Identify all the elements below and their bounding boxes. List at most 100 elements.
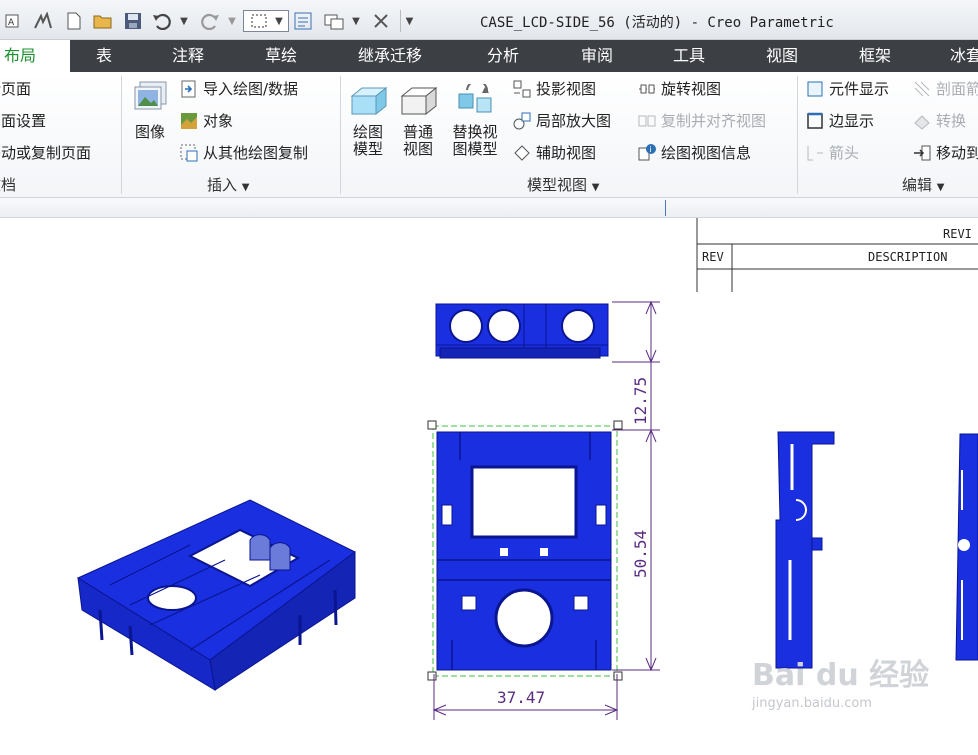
revision-block: REVI REV DESCRIPTION xyxy=(696,218,978,292)
new-icon[interactable] xyxy=(64,10,84,32)
arrow-icon xyxy=(807,145,823,160)
redo-icon[interactable] xyxy=(198,10,222,32)
copy-align-icon xyxy=(638,115,656,126)
drawing-model-button[interactable]: 绘图 模型 xyxy=(346,84,390,158)
partial-side-view[interactable] xyxy=(955,433,978,661)
title-bar: A ▼ ▼ ▼ ▼ ▼ CASE_LCD-SIDE_56 (活动的) - Cre… xyxy=(0,0,978,40)
replace-model-icon xyxy=(458,84,492,113)
status-strip xyxy=(0,198,978,218)
side-view[interactable] xyxy=(775,431,835,669)
regenerate-icon[interactable] xyxy=(32,10,54,32)
edge-display-button[interactable]: 边显示 xyxy=(805,110,874,131)
general-view-button[interactable]: 普通 视图 xyxy=(396,84,440,158)
revision-description-column: DESCRIPTION xyxy=(868,250,947,264)
group-document-label: 文档 xyxy=(0,176,17,194)
move-to-icon xyxy=(914,145,931,160)
svg-text:A: A xyxy=(8,18,15,28)
import-icon xyxy=(181,80,196,97)
selection-handle[interactable] xyxy=(427,671,437,681)
tab-view[interactable]: 视图 xyxy=(766,40,798,72)
tab-sketch[interactable]: 草绘 xyxy=(265,40,297,72)
page-setup-button[interactable]: 页面设置 xyxy=(0,110,46,131)
tab-table[interactable]: 表 xyxy=(96,40,112,72)
section-arrow-button[interactable]: 剖面箭 xyxy=(912,78,978,99)
ribbon-panel: 新页面 页面设置 移动或复制页面 文档 图像 导入绘图/数据 对象 从其他绘图复… xyxy=(0,72,978,198)
drawing-view-info-button[interactable]: i 绘图视图信息 xyxy=(637,142,751,163)
component-display-icon xyxy=(807,81,823,96)
strip-divider xyxy=(665,200,666,216)
drawing-model-icon xyxy=(350,86,388,116)
open-icon[interactable] xyxy=(92,10,114,32)
copy-from-other-drawing-button[interactable]: 从其他绘图复制 xyxy=(179,142,308,163)
copy-align-view-button[interactable]: 复制并对齐视图 xyxy=(637,110,766,131)
drawing-canvas[interactable]: REVI REV DESCRIPTION 12.75 50.54 37.47 B… xyxy=(0,218,978,755)
svg-text:i: i xyxy=(650,145,652,154)
windows-dropdown-icon[interactable]: ▼ xyxy=(350,10,362,32)
close-window-icon[interactable] xyxy=(370,10,392,32)
object-button[interactable]: 对象 xyxy=(179,110,233,131)
projection-view-button[interactable]: 投影视图 xyxy=(512,78,596,99)
windows-icon[interactable] xyxy=(322,10,346,32)
chevron-down-icon: ▼ xyxy=(591,182,600,193)
revision-block-header: REVI xyxy=(943,227,972,241)
group-separator xyxy=(797,76,798,194)
dimension-front-height[interactable]: 50.54 xyxy=(631,530,650,578)
group-insert-label[interactable]: 插入 ▼ xyxy=(207,174,250,195)
detailed-view-button[interactable]: 局部放大图 xyxy=(512,110,611,131)
revision-rev-column: REV xyxy=(702,250,724,264)
move-to-button[interactable]: 移动到 xyxy=(912,142,978,163)
top-view[interactable] xyxy=(435,303,609,359)
section-icon xyxy=(914,81,930,96)
group-separator xyxy=(121,76,122,194)
tab-framework[interactable]: 框架 xyxy=(859,40,891,72)
dimension-front-width[interactable]: 37.47 xyxy=(497,688,545,707)
front-view[interactable] xyxy=(427,420,623,681)
undo-icon[interactable] xyxy=(150,10,174,32)
selection-handle[interactable] xyxy=(613,420,623,430)
ribbon-tabs: 布局 表 注释 草绘 继承迁移 分析 审阅 工具 视图 框架 冰套 xyxy=(0,40,978,73)
replace-view-model-button[interactable]: 替换视 图模型 xyxy=(446,84,504,158)
regen-model-icon[interactable] xyxy=(292,10,314,32)
edge-display-icon xyxy=(807,112,823,129)
select-box-icon[interactable]: ▼ xyxy=(243,10,289,32)
tab-review[interactable]: 审阅 xyxy=(581,40,613,72)
group-model-views-label[interactable]: 模型视图 ▼ xyxy=(527,174,600,195)
object-icon xyxy=(181,112,197,129)
image-icon xyxy=(134,81,167,110)
copy-drawing-icon xyxy=(180,144,198,161)
move-copy-page-button[interactable]: 移动或复制页面 xyxy=(0,142,91,163)
auxiliary-view-icon xyxy=(514,144,530,161)
tab-ice[interactable]: 冰套 xyxy=(950,40,978,72)
redo-dropdown-icon[interactable]: ▼ xyxy=(226,10,238,32)
tab-layout[interactable]: 布局 xyxy=(0,40,70,73)
component-display-button[interactable]: 元件显示 xyxy=(805,78,889,99)
view-info-icon: i xyxy=(638,143,656,160)
tab-tools[interactable]: 工具 xyxy=(673,40,705,72)
arrow-button[interactable]: 箭头 xyxy=(805,142,859,163)
selection-handle[interactable] xyxy=(427,420,437,430)
selection-handle[interactable] xyxy=(613,671,623,681)
general-view-icon xyxy=(400,86,438,116)
chevron-down-icon: ▼ xyxy=(241,182,250,193)
undo-dropdown-icon[interactable]: ▼ xyxy=(178,10,190,32)
tab-legacy-migration[interactable]: 继承迁移 xyxy=(358,40,422,72)
convert-button[interactable]: 转换 xyxy=(912,110,966,131)
revolved-view-icon xyxy=(639,84,655,93)
dimension-top-height[interactable]: 12.75 xyxy=(631,377,650,425)
isometric-view[interactable] xyxy=(76,499,356,691)
convert-icon xyxy=(914,114,930,130)
save-icon[interactable] xyxy=(122,10,144,32)
tab-annotate[interactable]: 注释 xyxy=(172,40,204,72)
app-icon[interactable]: A xyxy=(4,10,20,32)
projection-view-icon xyxy=(513,80,531,97)
watermark-url: jingyan.baidu.com xyxy=(752,696,872,711)
customize-icon[interactable]: ▼ xyxy=(400,10,418,32)
new-page-button[interactable]: 新页面 xyxy=(0,78,31,99)
image-button[interactable]: 图像 xyxy=(128,80,172,141)
import-drawing-button[interactable]: 导入绘图/数据 xyxy=(179,78,298,99)
auxiliary-view-button[interactable]: 辅助视图 xyxy=(512,142,596,163)
revolved-view-button[interactable]: 旋转视图 xyxy=(637,78,721,99)
group-edit-label[interactable]: 编辑 ▼ xyxy=(902,174,945,195)
watermark: Bai du 经验 jingyan.baidu.com xyxy=(752,650,929,711)
tab-analysis[interactable]: 分析 xyxy=(487,40,519,72)
